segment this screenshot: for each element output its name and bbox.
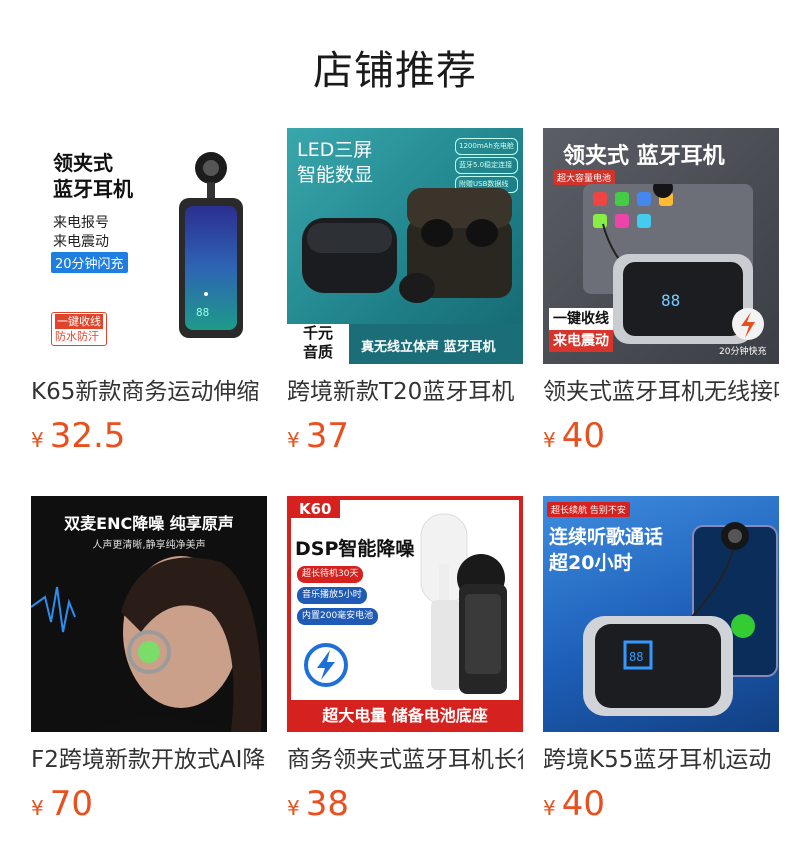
currency-symbol: ¥ [31, 796, 44, 820]
svg-text:88: 88 [661, 291, 680, 310]
image-feature: 来电报号 [53, 215, 109, 231]
clip-earphone-illustration [420, 513, 507, 694]
model-tag: K60 [291, 500, 340, 518]
image-headline: LED三屏 [297, 139, 373, 161]
product-name[interactable]: K65新款商务运动伸缩 [31, 374, 267, 410]
product-price: ¥32.5 [31, 416, 125, 456]
product-image[interactable]: 领夹式 蓝牙耳机 来电报号 来电震动 20分钟闪充 一键收线 防水防汗 88 [31, 128, 267, 364]
earbuds-case-illustration [302, 188, 512, 303]
currency-symbol: ¥ [31, 428, 44, 452]
currency-symbol: ¥ [543, 428, 556, 452]
feature-pill: 内置200毫安电池 [297, 608, 379, 625]
product-price: ¥40 [543, 784, 605, 824]
price-value: 70 [49, 784, 93, 824]
product-image[interactable]: 领夹式 蓝牙耳机 超大容量电池 88 一键收线 来电震动 20分钟快充 [543, 128, 779, 364]
model-portrait-illustration [31, 556, 262, 732]
image-banner: 真无线立体声 蓝牙耳机 [361, 340, 496, 355]
fast-charge-label: 20分钟快充 [719, 347, 767, 357]
product-image[interactable]: K60 DSP智能降噪 超长待机30天 音乐播放5小时 内置200毫安电池 超大… [287, 496, 523, 732]
product-image[interactable]: 双麦ENC降噪 纯享原声 人声更清晰,静享纯净美声 [31, 496, 267, 732]
corner-label: 音质 [302, 343, 333, 361]
image-headline: 蓝牙耳机 [53, 177, 133, 201]
svg-text:88: 88 [629, 650, 643, 664]
image-tag: 超长续航 告别不安 [547, 502, 630, 517]
image-badge: 20分钟闪充 [51, 252, 128, 273]
feature-pill: 音乐播放5小时 [297, 587, 367, 604]
product-price: ¥70 [31, 784, 93, 824]
image-headline: 领夹式 蓝牙耳机 [563, 144, 725, 169]
product-name[interactable]: 跨境K55蓝牙耳机运动 [543, 742, 779, 778]
price-value: 32.5 [49, 416, 126, 456]
image-label: 来电震动 [549, 330, 613, 352]
product-price: ¥38 [287, 784, 349, 824]
price-value: 40 [561, 416, 605, 456]
phone-and-earphone-illustration: 88 [583, 522, 778, 716]
image-headline: DSP智能降噪 [295, 538, 415, 560]
currency-symbol: ¥ [287, 796, 300, 820]
image-tag: 超大容量电池 [553, 170, 616, 185]
svg-text:88: 88 [196, 306, 209, 319]
image-headline: 领夹式 [53, 151, 113, 175]
product-image[interactable]: 超长续航 告别不安 连续听歌通话 超20小时 88 [543, 496, 779, 732]
section-title: 店铺推荐 [313, 48, 477, 94]
lightning-icon [304, 643, 348, 687]
spec-pill: 1200mAh充电舱 [455, 138, 518, 155]
feature-pill: 超长待机30天 [297, 566, 364, 583]
currency-symbol: ¥ [543, 796, 556, 820]
product-name[interactable]: 领夹式蓝牙耳机无线接听 [543, 374, 779, 410]
image-feature: 来电震动 [53, 234, 109, 250]
product-name[interactable]: 商务领夹式蓝牙耳机长待机 [287, 742, 523, 778]
clip-earphone-illustration: 88 [179, 152, 243, 338]
image-label: 一键收线 [549, 308, 613, 330]
image-banner: 超大电量 储备电池底座 [291, 700, 519, 728]
image-subtitle: 人声更清晰,静享纯净美声 [92, 540, 206, 551]
currency-symbol: ¥ [287, 428, 300, 452]
product-price: ¥37 [287, 416, 349, 456]
price-value: 40 [561, 784, 605, 824]
price-value: 38 [305, 784, 349, 824]
price-value: 37 [305, 416, 349, 456]
product-name[interactable]: 跨境新款T20蓝牙耳机 [287, 374, 523, 410]
image-headline: 双麦ENC降噪 纯享原声 [64, 514, 234, 533]
product-price: ¥40 [543, 416, 605, 456]
product-image[interactable]: LED三屏 智能数显 1200mAh充电舱 蓝牙5.0稳定连接 附赠USB数据线… [287, 128, 523, 364]
product-name[interactable]: F2跨境新款开放式AI降噪 [31, 742, 267, 778]
spec-pill: 蓝牙5.0稳定连接 [455, 157, 518, 174]
image-stamp-label: 防水防汗 [55, 330, 99, 343]
image-headline: 智能数显 [297, 164, 374, 186]
image-stamp-label: 一键收线 [55, 314, 103, 329]
corner-label: 千元 [302, 324, 333, 342]
